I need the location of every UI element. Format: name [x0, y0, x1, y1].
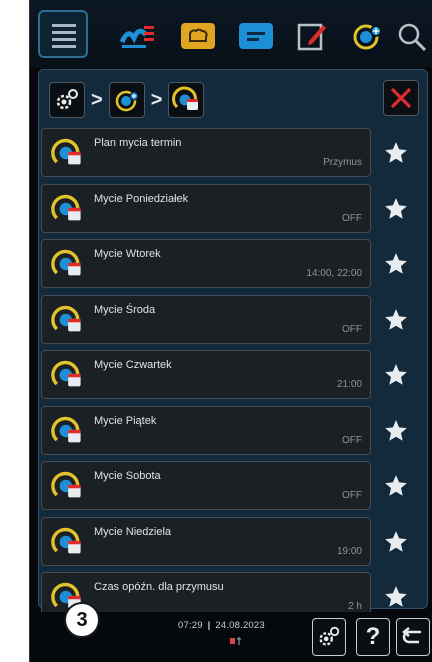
cleaning-schedule-icon: [51, 305, 81, 331]
close-button[interactable]: [383, 80, 419, 116]
back-button[interactable]: [396, 618, 430, 656]
schedule-item-value: OFF: [342, 212, 362, 224]
favorite-star-icon[interactable]: [379, 580, 413, 614]
favorite-star-icon[interactable]: [379, 303, 413, 337]
cleaning-schedule-icon: [51, 471, 81, 498]
favorite-star-icon[interactable]: [379, 525, 413, 559]
cleaning-schedule-icon: [51, 249, 81, 276]
schedule-item-label: Plan mycia termin: [94, 137, 182, 149]
schedule-item[interactable]: Plan mycia termin Przymus: [41, 128, 371, 177]
schedule-row: Mycie Wtorek 14:00, 22:00: [41, 239, 425, 288]
schedule-list: Plan mycia termin Przymus Mycie Poniedzi…: [41, 128, 425, 628]
cleaning-schedule-icon[interactable]: [168, 82, 205, 118]
notes-edit-icon[interactable]: [292, 16, 332, 56]
favorite-star-icon[interactable]: [379, 192, 413, 226]
schedule-item[interactable]: Mycie Niedziela 19:00: [41, 516, 371, 566]
schedule-item[interactable]: Mycie Sobota OFF: [41, 461, 371, 510]
schedule-item-value: OFF: [342, 434, 362, 446]
schedule-item[interactable]: Mycie Czwartek 21:00: [41, 350, 371, 399]
schedule-item-value: OFF: [342, 323, 362, 335]
schedule-item-label: Mycie Środa: [94, 303, 156, 316]
cleaning-cycle-icon[interactable]: [108, 82, 145, 118]
breadcrumb: > >: [49, 80, 205, 120]
favorite-star-icon[interactable]: [379, 469, 413, 503]
schedule-item-label: Mycie Sobota: [94, 470, 161, 482]
schedule-row: Plan mycia termin Przymus: [41, 128, 425, 177]
schedule-row: Mycie Piątek OFF: [41, 405, 425, 455]
cleaning-icon[interactable]: [348, 16, 388, 56]
help-button[interactable]: ?: [356, 618, 390, 656]
schedule-item-label: Mycie Poniedziałek: [94, 192, 189, 205]
schedule-item-value: Przymus: [323, 157, 362, 168]
favorite-star-icon[interactable]: [379, 358, 413, 392]
cleaning-schedule-icon: [51, 360, 81, 387]
schedule-item[interactable]: Mycie Poniedziałek OFF: [41, 183, 371, 233]
schedule-item-value: OFF: [342, 490, 362, 501]
clock-date: 24.08.2023: [215, 620, 265, 631]
settings-button[interactable]: [312, 618, 346, 656]
schedule-item-label: Mycie Czwartek: [94, 359, 172, 371]
step-badge: 3: [64, 602, 100, 638]
status-indicator-icon: [230, 636, 244, 648]
cooking-modes-icon[interactable]: [118, 16, 158, 56]
search-icon[interactable]: [392, 16, 432, 56]
cleaning-schedule-icon: [51, 527, 81, 553]
schedule-item-value: 2 h: [348, 601, 362, 612]
schedule-item-label: Mycie Piątek: [94, 414, 157, 427]
cleaning-schedule-icon: [51, 416, 81, 442]
schedule-item[interactable]: Mycie Wtorek 14:00, 22:00: [41, 239, 371, 288]
menu-icon[interactable]: [38, 10, 88, 58]
schedule-row: Mycie Niedziela 19:00: [41, 516, 425, 566]
schedule-item-label: Czas opóźn. dla przymusu: [94, 581, 224, 593]
top-navigation-bar: [30, 0, 432, 68]
status-bar: 3 07:29 | 24.08.2023 ?: [30, 602, 432, 662]
favorite-star-icon[interactable]: [379, 136, 413, 170]
schedule-item-value: 21:00: [336, 379, 362, 390]
schedule-item[interactable]: Mycie Piątek OFF: [41, 405, 371, 455]
schedule-item-label: Mycie Wtorek: [94, 248, 161, 260]
settings-gears-icon: [319, 626, 340, 646]
schedule-row: Mycie Sobota OFF: [41, 461, 425, 510]
schedule-row: Mycie Poniedziałek OFF: [41, 183, 425, 233]
breadcrumb-separator: >: [150, 88, 163, 111]
clock-divider: |: [207, 620, 211, 631]
schedule-row: Mycie Środa OFF: [41, 294, 425, 344]
schedule-row: Mycie Czwartek 21:00: [41, 350, 425, 399]
favorite-star-icon[interactable]: [379, 414, 413, 448]
schedule-item-value: 14:00, 22:00: [306, 268, 362, 279]
schedule-item-value: 19:00: [336, 545, 362, 557]
cleaning-schedule-icon: [51, 138, 81, 165]
schedule-item[interactable]: Mycie Środa OFF: [41, 294, 371, 344]
programs-icon[interactable]: [236, 16, 276, 56]
cleaning-schedule-icon: [51, 194, 81, 220]
schedule-item-label: Mycie Niedziela: [94, 525, 172, 538]
recipes-icon[interactable]: [178, 16, 218, 56]
device-screen: > > Plan mycia termin Przymus Mycie Poni…: [29, 0, 432, 662]
cleaning-schedule-panel: > > Plan mycia termin Przymus Mycie Poni…: [38, 69, 428, 621]
breadcrumb-separator: >: [91, 88, 103, 111]
settings-gears-icon[interactable]: [49, 82, 85, 118]
back-arrow-icon: [401, 627, 421, 644]
clock: 07:29 | 24.08.2023: [178, 620, 265, 631]
favorite-star-icon[interactable]: [379, 247, 413, 281]
clock-time: 07:29: [178, 620, 203, 631]
close-icon: [390, 87, 412, 109]
